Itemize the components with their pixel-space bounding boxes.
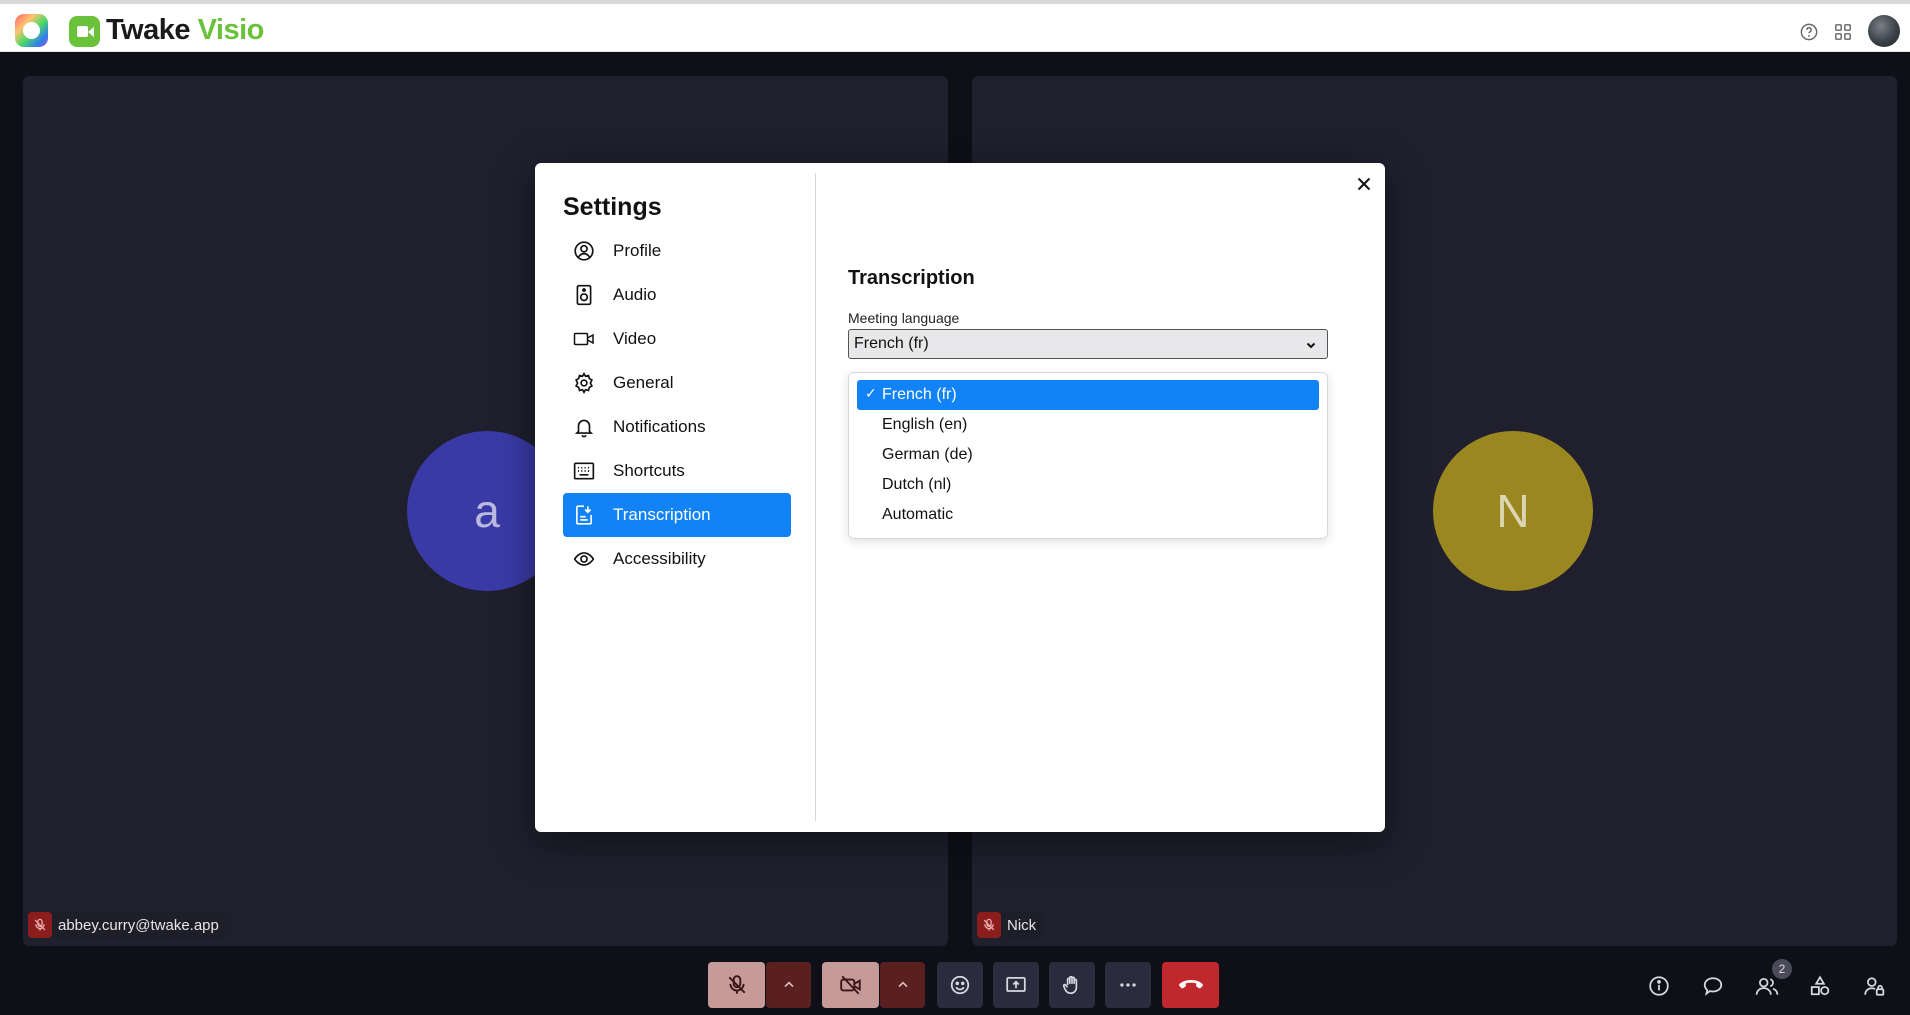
- top-bar: Twake Visio: [0, 0, 1910, 52]
- settings-nav: Profile Audio Video General Notification…: [563, 229, 791, 581]
- language-option-german[interactable]: German (de): [857, 440, 1319, 470]
- selected-language-value: French (fr): [854, 335, 929, 352]
- language-option-dutch[interactable]: Dutch (nl): [857, 470, 1319, 500]
- nav-item-general[interactable]: General: [563, 361, 791, 405]
- nav-item-label: Profile: [613, 241, 662, 260]
- language-option-english[interactable]: English (en): [857, 410, 1319, 440]
- participant-name-tag: Nick: [977, 912, 1043, 938]
- hang-up-button[interactable]: [1162, 962, 1219, 1008]
- chat-icon[interactable]: [1699, 972, 1727, 1000]
- mic-off-icon: [977, 912, 1001, 938]
- participant-name: Nick: [1007, 916, 1037, 934]
- option-label: French (fr): [882, 386, 957, 403]
- gear-icon: [573, 372, 595, 394]
- video-icon: [573, 328, 595, 350]
- nav-item-label: Notifications: [613, 417, 706, 436]
- nav-item-label: Accessibility: [613, 549, 706, 568]
- info-icon[interactable]: [1645, 972, 1673, 1000]
- nav-item-label: Shortcuts: [613, 461, 685, 480]
- nav-item-video[interactable]: Video: [563, 317, 791, 361]
- nav-item-label: Transcription: [613, 505, 711, 524]
- chevron-down-icon: [1305, 338, 1317, 356]
- keyboard-icon: [573, 460, 595, 482]
- option-label: English (en): [882, 416, 968, 433]
- language-option-french[interactable]: ✓ French (fr): [857, 380, 1319, 410]
- language-dropdown-list: ✓ French (fr) English (en) German (de) D…: [848, 372, 1328, 539]
- tools-icon[interactable]: [1806, 972, 1834, 1000]
- meeting-language-select[interactable]: French (fr): [848, 329, 1328, 359]
- dialog-divider: [815, 173, 816, 821]
- nav-item-notifications[interactable]: Notifications: [563, 405, 791, 449]
- nav-item-audio[interactable]: Audio: [563, 273, 791, 317]
- apps-grid-icon[interactable]: [1832, 21, 1854, 43]
- nav-item-label: General: [613, 373, 674, 392]
- mic-toggle-button[interactable]: [708, 962, 765, 1008]
- transcription-icon: [573, 504, 595, 526]
- camera-options-button[interactable]: [880, 962, 925, 1008]
- participant-name: abbey.curry@twake.app: [58, 916, 219, 934]
- option-label: Dutch (nl): [882, 476, 952, 493]
- meeting-language-label: Meeting language: [848, 310, 960, 326]
- close-button[interactable]: [1351, 171, 1377, 197]
- app-launcher-icon[interactable]: [15, 14, 48, 47]
- speaker-icon: [573, 284, 595, 306]
- nav-item-accessibility[interactable]: Accessibility: [563, 537, 791, 581]
- bell-icon: [573, 416, 595, 438]
- nav-item-shortcuts[interactable]: Shortcuts: [563, 449, 791, 493]
- settings-dialog: Settings Profile Audio Video General Not…: [535, 163, 1385, 832]
- profile-icon: [573, 240, 595, 262]
- camera-toggle-button[interactable]: [822, 962, 879, 1008]
- user-avatar[interactable]: [1868, 15, 1900, 47]
- dialog-title: Settings: [563, 193, 662, 221]
- section-title: Transcription: [848, 267, 975, 289]
- nav-item-profile[interactable]: Profile: [563, 229, 791, 273]
- participant-name-tag: abbey.curry@twake.app: [28, 912, 225, 938]
- nav-item-transcription[interactable]: Transcription: [563, 493, 791, 537]
- raise-hand-button[interactable]: [1049, 962, 1095, 1008]
- option-label: German (de): [882, 446, 973, 463]
- eye-icon: [573, 548, 595, 570]
- participant-avatar: N: [1433, 431, 1593, 591]
- logo-icon: [69, 16, 100, 47]
- screen-share-button[interactable]: [993, 962, 1039, 1008]
- checkmark-icon: ✓: [865, 385, 877, 401]
- nav-item-label: Video: [613, 329, 657, 348]
- option-label: Automatic: [882, 506, 954, 523]
- help-icon[interactable]: [1798, 21, 1820, 43]
- app-title: Twake Visio: [106, 14, 264, 46]
- participant-count-badge: 2: [1772, 959, 1792, 979]
- mic-options-button[interactable]: [766, 962, 811, 1008]
- nav-item-label: Audio: [613, 285, 657, 304]
- more-options-button[interactable]: [1105, 962, 1151, 1008]
- language-option-automatic[interactable]: Automatic: [857, 500, 1319, 530]
- mic-off-icon: [28, 912, 52, 938]
- admin-icon[interactable]: [1860, 972, 1888, 1000]
- reactions-button[interactable]: [937, 962, 983, 1008]
